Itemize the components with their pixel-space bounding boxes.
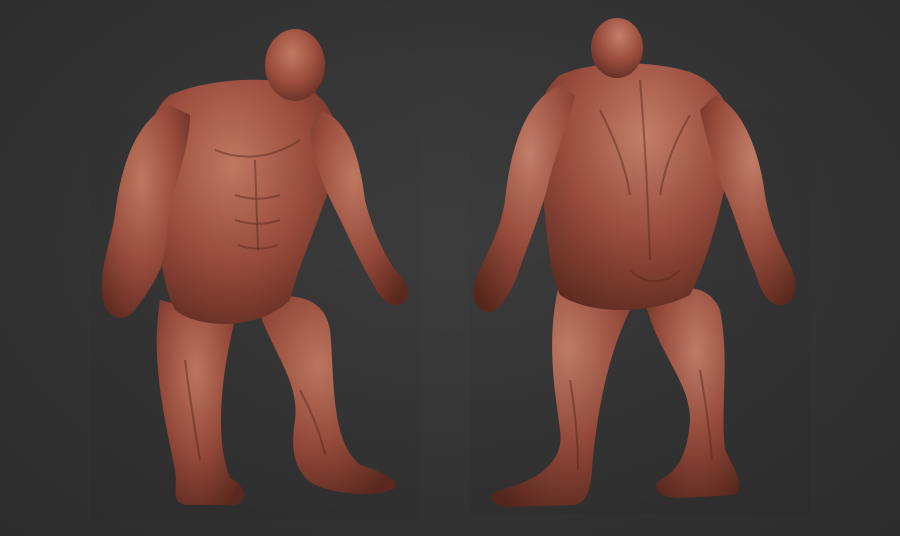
back-view-figure (470, 15, 810, 515)
front-view-figure (90, 20, 420, 520)
sculpt-render (90, 15, 810, 520)
render-viewport (0, 0, 900, 536)
